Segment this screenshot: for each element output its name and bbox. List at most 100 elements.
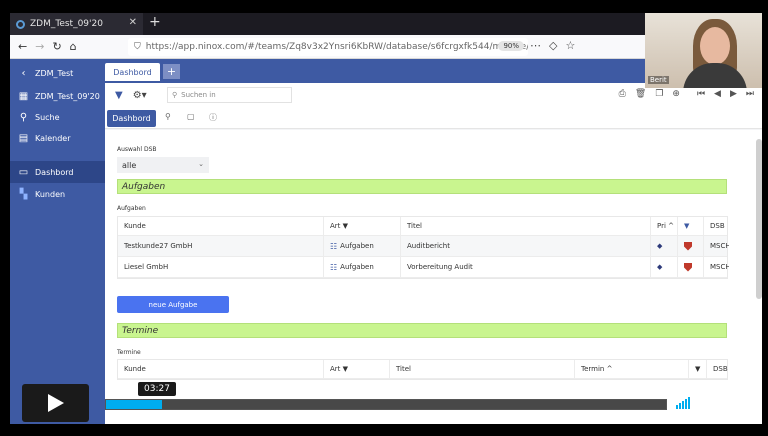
appointments-table: Kunde Art ▼ Titel Termin ^ ▼ DSB [117,359,728,380]
table-header-row: Kunde Art ▼ Titel Pri ^ ▼ DSB [118,217,727,236]
progress-bar[interactable] [105,399,667,410]
col-pri[interactable]: Pri ^ [651,217,678,235]
webcam-name: Berit [648,76,669,84]
settings-gear-icon[interactable]: ⚙ [699,395,712,411]
close-tab-icon[interactable]: ✕ [129,17,137,28]
last-record-icon[interactable]: ⏭ [746,89,754,99]
table-label-aufgaben: Aufgaben [117,205,146,212]
subtab-dashboard[interactable]: Dashbord [107,110,156,127]
priority-flag-icon: ◆ [657,242,663,250]
section-header-aufgaben: Aufgaben [117,179,727,194]
add-record-icon[interactable]: ⊕ [672,89,680,99]
col-titel[interactable]: Titel [401,217,651,235]
add-tab-button[interactable]: + [163,64,180,79]
cell-pri: ◆ [651,236,678,256]
volume-icon[interactable] [676,397,690,409]
table-row[interactable]: Testkunde27 GmbH ☷ Aufgaben Auditbericht … [118,236,729,257]
cell-art: ☷ Aufgaben [324,236,401,256]
more-icon[interactable]: ⋯ [530,39,541,52]
new-tab-icon[interactable]: + [149,14,161,30]
table-label-termine: Termine [117,349,141,356]
comment-icon[interactable]: ▢ [187,112,195,121]
sidebar-back[interactable]: ‹ ZDM_Test [10,62,105,84]
filter-icon: ▼ [342,222,349,230]
webcam-overlay: Berit [645,13,762,88]
play-button[interactable] [22,384,89,422]
timecode: 03:27 [138,382,176,396]
col-art[interactable]: Art ▼ [324,360,390,378]
forward-icon[interactable]: → [35,40,44,53]
section-header-termine: Termine [117,323,727,338]
filter-icon: ▼ [684,222,690,230]
cell-art-label: Aufgaben [340,242,374,250]
cell-art: ☷ Aufgaben [324,257,401,277]
col-art[interactable]: Art ▼ [324,217,401,235]
filter-icon: ▼ [695,365,701,373]
next-record-icon[interactable]: ▶ [730,89,737,99]
tab-dashboard[interactable]: Dashbord [105,63,160,81]
print-icon[interactable]: ⎙ [619,89,626,99]
browser-tab[interactable]: ZDM_Test_09'20 ✕ [10,13,143,35]
trash-icon[interactable]: 🗑 [635,89,646,99]
reload-icon[interactable]: ↻ [52,40,61,53]
shield-icon: ⛉ [134,42,141,52]
sidebar-item-database[interactable]: ▦ ZDM_Test_09'20 [10,85,105,107]
priority-flag-icon: ◆ [657,263,663,271]
sidebar-item-calendar[interactable]: ▤ Kalender [10,127,105,149]
url-bar[interactable]: ⛉ https://app.ninox.com/#/teams/Zq8v3x2Y… [128,38,528,56]
back-icon[interactable]: ← [18,40,27,53]
table-header-row: Kunde Art ▼ Titel Termin ^ ▼ DSB [118,360,729,379]
home-icon[interactable]: ⌂ [70,40,77,53]
copy-icon[interactable]: ❐ [655,89,663,99]
col-titel[interactable]: Titel [390,360,575,378]
customers-icon: ▚ [19,188,28,200]
scrollbar[interactable] [756,139,762,299]
cell-kunde: Testkunde27 GmbH [118,236,324,256]
col-kunde[interactable]: Kunde [118,360,324,378]
ninox-app: ‹ ZDM_Test ▦ ZDM_Test_09'20 ⚲ Suche ▤ Ka… [10,59,762,424]
table-row[interactable]: Liesel GmbH ☷ Aufgaben Vorbereitung Audit… [118,257,729,278]
pocket-icon[interactable]: ◇ [549,39,557,52]
search-input[interactable]: ⚲ Suchen in [167,87,292,103]
subtabs: Dashbord ⚲ ▢ ⓘ [105,107,762,129]
sidebar-item-label: Suche [35,112,60,122]
col-filter[interactable]: ▼ [689,360,707,378]
auswahl-label: Auswahl DSB [117,146,157,153]
filter-icon[interactable]: ▼ [115,90,123,101]
sidebar-item-search[interactable]: ⚲ Suche [10,106,105,128]
info-icon[interactable]: ⓘ [209,112,217,123]
new-task-button[interactable]: neue Aufgabe [117,296,229,313]
progress-fill [106,400,162,409]
cell-art-label: Aufgaben [340,263,374,271]
col-termin-label: Termin [581,365,605,373]
col-dsb[interactable]: DSB [707,360,729,378]
status-shield-icon [684,241,692,251]
sidebar-item-label: ZDM_Test_09'20 [35,91,100,101]
col-art-label: Art [330,365,341,373]
record-tools: ⎙ 🗑 ❐ ⊕ ⏮ ◀ ▶ ⏭ [619,89,754,99]
sidebar-item-customers[interactable]: ▚ Kunden [10,183,105,205]
fullscreen-icon[interactable]: ⤢ [721,396,731,411]
checklist-icon: ☷ [330,262,338,272]
prev-record-icon[interactable]: ◀ [714,89,721,99]
cell-dsb: MSCH [710,242,729,250]
player-right-controls: ⚙ ⤢ [676,395,730,411]
sidebar-item-label: Kalender [35,133,71,143]
status-shield-icon [684,262,692,272]
first-record-icon[interactable]: ⏮ [697,89,705,99]
col-kunde[interactable]: Kunde [118,217,324,235]
grid-icon: ▦ [18,90,29,102]
sidebar-back-label: ZDM_Test [35,68,74,78]
col-filter[interactable]: ▼ [678,217,704,235]
col-dsb[interactable]: DSB [704,217,729,235]
sidebar-item-dashboard[interactable]: ▭ Dashbord [10,161,105,183]
attachment-icon[interactable]: ⚲ [165,112,171,121]
gear-icon[interactable]: ⚙▾ [133,90,147,101]
dsb-select[interactable]: alle ⌄ [117,157,209,173]
bookmark-icon[interactable]: ☆ [565,39,575,52]
col-termin[interactable]: Termin ^ [575,360,689,378]
col-pri-label: Pri [657,222,666,230]
cell-titel: Auditbericht [401,236,651,256]
zoom-level[interactable]: 90% [498,41,524,51]
ninox-favicon-icon [16,19,25,29]
